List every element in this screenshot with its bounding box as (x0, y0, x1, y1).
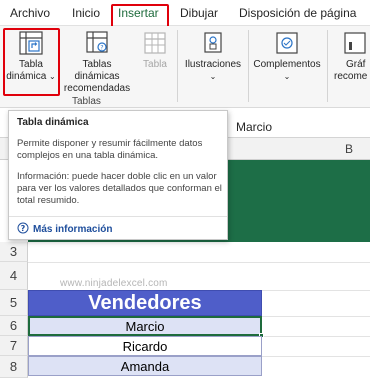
table-label: Tabla (143, 59, 167, 70)
svg-text:?: ? (100, 45, 103, 52)
gridline (28, 262, 370, 263)
addins-label: Complementos (253, 59, 321, 70)
tooltip-title: Tabla dinámica (17, 117, 89, 128)
addins-button[interactable]: Complementos ⌄ (251, 30, 323, 90)
help-icon: ? (17, 222, 29, 234)
table-cell[interactable]: Amanda (28, 356, 262, 376)
pivot-table-tooltip: Tabla dinámica Permite disponer y resumi… (8, 110, 228, 240)
tab-dibujar[interactable]: Dibujar (180, 6, 218, 24)
pivot-table-label-2: dinámica (6, 71, 47, 82)
recommended-charts-button[interactable]: Gráf recome (334, 30, 370, 90)
table-header-vendedores[interactable]: Vendedores (28, 290, 262, 316)
ribbon-tab-bar: Archivo Inicio Insertar Dibujar Disposic… (0, 0, 370, 28)
more-info-label: Más información (33, 224, 113, 235)
addins-icon (276, 32, 298, 54)
recommended-pivot-icon: ? (86, 31, 108, 53)
row-header[interactable]: 5 (0, 290, 28, 316)
pivot-table-button[interactable]: Tabla dinámica ⌄ (4, 30, 58, 90)
tooltip-info: Información: puede hacer doble clic en u… (17, 171, 222, 206)
table-button[interactable]: Tabla (138, 30, 172, 90)
row-header[interactable]: 3 (0, 242, 28, 262)
more-info-link[interactable]: ? Más información (17, 222, 112, 235)
tab-archivo[interactable]: Archivo (10, 6, 50, 24)
tab-inicio[interactable]: Inicio (72, 6, 100, 24)
ribbon-separator (248, 30, 249, 102)
ribbon-insert: Tabla dinámica ⌄ ? Tablas dinámicas reco… (0, 26, 370, 108)
recommended-pivot-label-1: Tablas dinámicas (74, 59, 120, 82)
ribbon-separator (177, 30, 178, 102)
charts-label-2: recome (334, 71, 368, 82)
chevron-down-icon: ⌄ (209, 72, 217, 81)
watermark-text: www.ninjadelexcel.com (60, 278, 168, 289)
table-cell[interactable]: Marcio (28, 316, 262, 336)
tooltip-description: Permite disponer y resumir fácilmente da… (17, 138, 203, 161)
row-header[interactable]: 4 (0, 262, 28, 290)
recommended-pivot-label-2: recomendadas (63, 83, 131, 94)
charts-label-1: Gráf (346, 59, 366, 70)
tab-disposicion-pagina[interactable]: Disposición de página (239, 6, 356, 24)
pivot-table-icon (19, 31, 43, 55)
illustrations-button[interactable]: Ilustraciones ⌄ (180, 30, 246, 90)
tab-insertar[interactable]: Insertar (118, 6, 159, 28)
row-header[interactable]: 6 (0, 316, 28, 336)
illustrations-label: Ilustraciones (184, 59, 242, 70)
pivot-table-label-1: Tabla (19, 59, 43, 70)
ribbon-separator (327, 30, 328, 102)
group-label-tablas: Tablas (72, 96, 101, 107)
table-cell[interactable]: Ricardo (28, 336, 262, 356)
formula-bar-value: Marcio (236, 120, 273, 134)
shapes-icon (204, 32, 222, 53)
svg-text:?: ? (21, 224, 26, 233)
table-icon (144, 32, 166, 54)
column-header-b[interactable]: B (345, 142, 353, 156)
chevron-down-icon: ⌄ (283, 72, 291, 81)
tooltip-divider (9, 216, 227, 217)
chart-icon (344, 32, 366, 54)
row-header[interactable]: 7 (0, 336, 28, 356)
row-header[interactable]: 8 (0, 356, 28, 378)
recommended-pivot-tables-button[interactable]: ? Tablas dinámicas recomendadas (60, 30, 134, 94)
chevron-down-icon: ⌄ (49, 72, 56, 81)
